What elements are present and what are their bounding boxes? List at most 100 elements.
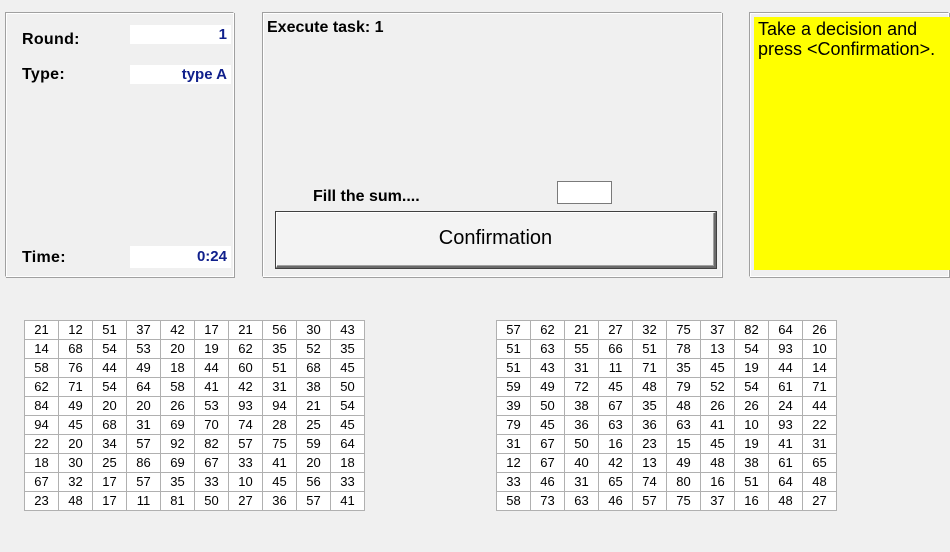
- grid-cell: 18: [330, 453, 365, 473]
- grid-cell: 62: [228, 339, 263, 359]
- grid-cell: 51: [92, 320, 127, 340]
- grid-cell: 26: [802, 320, 837, 340]
- grid-cell: 68: [92, 415, 127, 435]
- grid-cell: 23: [24, 491, 59, 511]
- grid-cell: 26: [700, 396, 735, 416]
- grid-cell: 45: [530, 415, 565, 435]
- grid-row: 51 43 31 11 71 35 45 19 44 14: [496, 358, 837, 378]
- grid-cell: 56: [296, 472, 331, 492]
- grid-cell: 45: [700, 358, 735, 378]
- grid-cell: 93: [768, 339, 803, 359]
- grid-cell: 68: [296, 358, 331, 378]
- grid-cell: 46: [598, 491, 633, 511]
- grid-cell: 16: [734, 491, 769, 511]
- grid-cell: 10: [228, 472, 263, 492]
- grid-cell: 64: [768, 472, 803, 492]
- grid-cell: 45: [598, 377, 633, 397]
- grid-cell: 58: [496, 491, 531, 511]
- grid-cell: 34: [92, 434, 127, 454]
- task-title: Execute task: 1: [267, 19, 384, 36]
- grid-cell: 27: [228, 491, 263, 511]
- grid-cell: 63: [564, 491, 599, 511]
- grid-cell: 36: [632, 415, 667, 435]
- grid-cell: 31: [564, 472, 599, 492]
- grid-cell: 59: [296, 434, 331, 454]
- grid-cell: 69: [160, 453, 195, 473]
- grid-cell: 55: [564, 339, 599, 359]
- grid-cell: 13: [700, 339, 735, 359]
- grid-cell: 12: [58, 320, 93, 340]
- grid-cell: 54: [734, 377, 769, 397]
- grid-cell: 51: [734, 472, 769, 492]
- grid-cell: 45: [700, 434, 735, 454]
- grid-cell: 39: [496, 396, 531, 416]
- grid-cell: 71: [632, 358, 667, 378]
- grid-cell: 73: [530, 491, 565, 511]
- grid-cell: 79: [496, 415, 531, 435]
- grid-cell: 50: [330, 377, 365, 397]
- number-grid-left: 21 12 51 37 42 17 21 56 30 43 14 68 54 53 20 19 62 35 52 35…: [24, 320, 365, 511]
- grid-cell: 35: [666, 358, 701, 378]
- grid-cell: 82: [734, 320, 769, 340]
- confirmation-button[interactable]: Confirmation: [276, 212, 716, 268]
- grid-cell: 52: [296, 339, 331, 359]
- grid-cell: 35: [262, 339, 297, 359]
- fill-sum-label: Fill the sum....: [313, 188, 420, 205]
- grid-cell: 27: [598, 320, 633, 340]
- grid-cell: 45: [58, 415, 93, 435]
- grid-cell: 35: [330, 339, 365, 359]
- grid-cell: 21: [564, 320, 599, 340]
- grid-cell: 61: [768, 377, 803, 397]
- grid-cell: 14: [24, 339, 59, 359]
- grid-cell: 12: [496, 453, 531, 473]
- grid-cell: 11: [126, 491, 161, 511]
- grid-cell: 41: [700, 415, 735, 435]
- grid-row: 67 32 17 57 35 33 10 45 56 33: [24, 472, 365, 492]
- grid-cell: 74: [228, 415, 263, 435]
- grid-row: 14 68 54 53 20 19 62 35 52 35: [24, 339, 365, 359]
- grid-cell: 20: [92, 396, 127, 416]
- grid-cell: 51: [262, 358, 297, 378]
- grid-cell: 48: [632, 377, 667, 397]
- grid-cell: 11: [598, 358, 633, 378]
- grid-cell: 56: [262, 320, 297, 340]
- round-label: Round:: [22, 31, 80, 48]
- grid-cell: 65: [802, 453, 837, 473]
- grid-cell: 19: [734, 358, 769, 378]
- grid-cell: 93: [768, 415, 803, 435]
- grid-cell: 86: [126, 453, 161, 473]
- grid-cell: 19: [194, 339, 229, 359]
- grid-cell: 31: [496, 434, 531, 454]
- grid-cell: 42: [598, 453, 633, 473]
- grid-cell: 41: [194, 377, 229, 397]
- grid-cell: 44: [802, 396, 837, 416]
- grid-cell: 68: [58, 339, 93, 359]
- grid-cell: 51: [496, 339, 531, 359]
- grid-row: 18 30 25 86 69 67 33 41 20 18: [24, 453, 365, 473]
- sum-input[interactable]: [557, 181, 612, 204]
- grid-cell: 50: [194, 491, 229, 511]
- type-label: Type:: [22, 66, 65, 83]
- grid-cell: 58: [160, 377, 195, 397]
- grid-cell: 52: [700, 377, 735, 397]
- grid-cell: 27: [802, 491, 837, 511]
- grid-cell: 32: [632, 320, 667, 340]
- grid-cell: 59: [496, 377, 531, 397]
- grid-cell: 33: [228, 453, 263, 473]
- grid-cell: 57: [296, 491, 331, 511]
- grid-row: 39 50 38 67 35 48 26 26 24 44: [496, 396, 837, 416]
- grid-cell: 16: [598, 434, 633, 454]
- grid-row: 31 67 50 16 23 15 45 19 41 31: [496, 434, 837, 454]
- grid-cell: 49: [126, 358, 161, 378]
- grid-cell: 21: [24, 320, 59, 340]
- grid-cell: 45: [330, 415, 365, 435]
- grid-cell: 51: [496, 358, 531, 378]
- grid-row: 62 71 54 64 58 41 42 31 38 50: [24, 377, 365, 397]
- grid-cell: 21: [296, 396, 331, 416]
- grid-cell: 21: [228, 320, 263, 340]
- grid-cell: 64: [330, 434, 365, 454]
- grid-cell: 15: [666, 434, 701, 454]
- grid-cell: 54: [330, 396, 365, 416]
- grid-cell: 10: [802, 339, 837, 359]
- round-value: 1: [130, 25, 231, 44]
